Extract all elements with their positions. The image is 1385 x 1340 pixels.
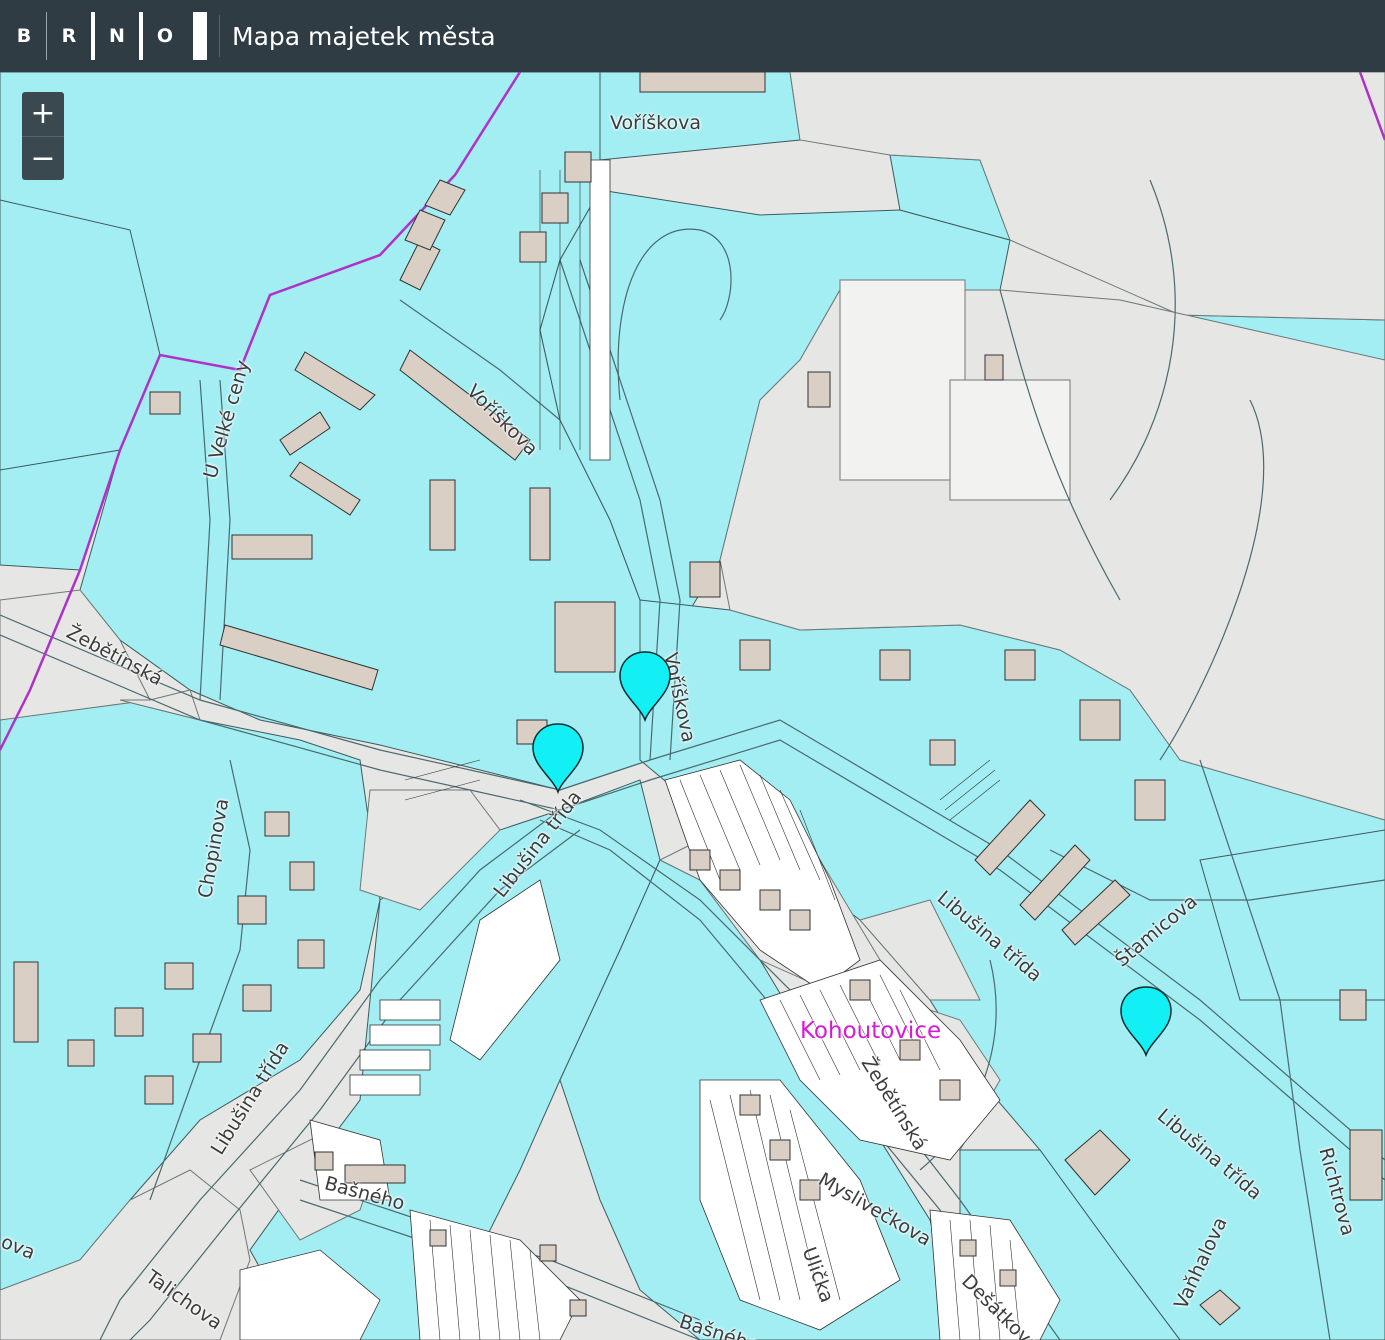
map-pin-icon bbox=[1120, 986, 1172, 1057]
map-canvas[interactable]: Voříškova U Velké ceny Voříškova Žebětín… bbox=[0, 72, 1385, 1340]
logo-letter-o: O bbox=[156, 25, 174, 47]
district-label: Kohoutovice bbox=[800, 1018, 942, 1044]
map-pin-icon bbox=[532, 723, 584, 794]
street-label: Voříškova bbox=[610, 112, 701, 134]
property-marker-pin[interactable] bbox=[1119, 985, 1173, 1057]
logo-letter-b: B bbox=[16, 25, 32, 47]
brno-logo[interactable]: B R N O bbox=[2, 0, 207, 72]
property-marker-pin[interactable] bbox=[618, 650, 672, 722]
page-title: Mapa majetek města bbox=[232, 21, 496, 51]
logo-divider bbox=[193, 12, 207, 60]
zoom-in-button[interactable]: + bbox=[22, 92, 64, 136]
zoom-out-button[interactable]: − bbox=[22, 136, 64, 181]
logo-letter-n: N bbox=[109, 25, 125, 47]
app-header: B R N O Mapa majetek města bbox=[0, 0, 1385, 72]
zoom-control: + − bbox=[22, 92, 64, 180]
map-pin-icon bbox=[619, 651, 671, 722]
logo-letter-r: R bbox=[61, 25, 77, 47]
header-divider bbox=[219, 15, 220, 57]
property-marker-pin[interactable] bbox=[531, 722, 585, 794]
